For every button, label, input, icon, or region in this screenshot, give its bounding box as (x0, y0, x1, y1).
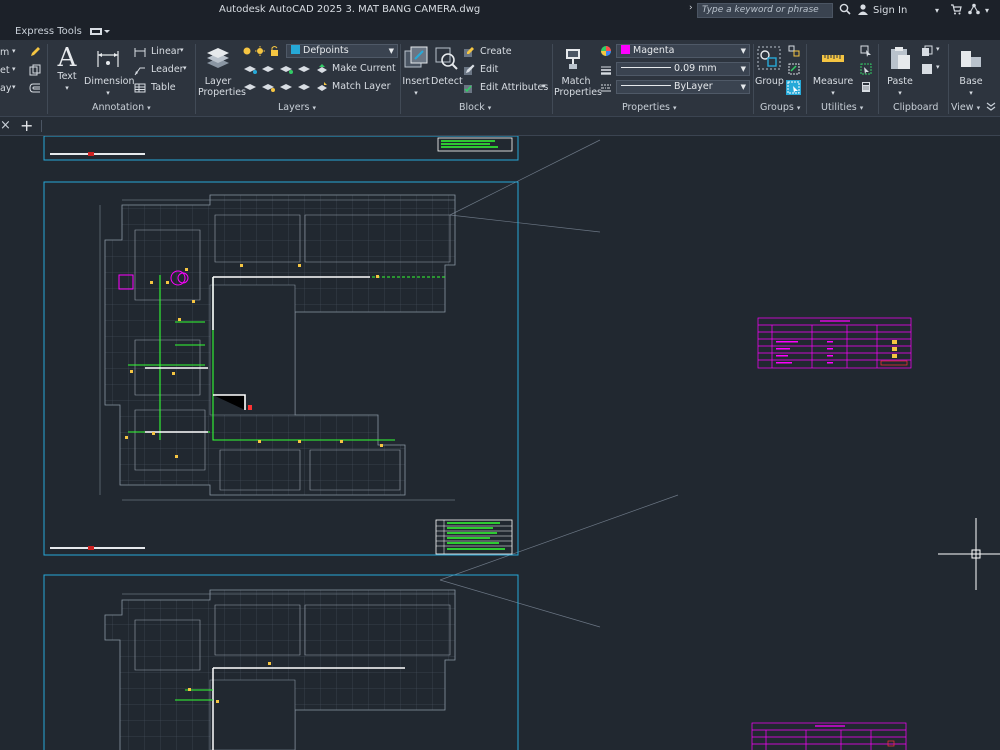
match-layer-button[interactable]: Match Layer (332, 81, 391, 92)
ribbon-minimize-icon[interactable] (986, 102, 996, 114)
panel-toggle-icon[interactable] (90, 27, 110, 39)
close-icon[interactable]: × (0, 118, 11, 133)
group-edit-icon[interactable] (788, 63, 800, 75)
match-properties-button[interactable]: Match Properties (554, 45, 602, 98)
color-wheel-icon[interactable] (600, 45, 612, 57)
detect-icon (435, 47, 458, 70)
linetype-dropdown[interactable]: ByLayer ▼ (616, 80, 750, 94)
layer-tool-icons-row2[interactable] (243, 81, 313, 96)
insert-button[interactable]: Insert ▾ (402, 45, 430, 99)
lineweight-icon[interactable] (600, 64, 612, 76)
calculator-icon[interactable] (860, 81, 872, 93)
cut-left-label-3[interactable]: ay (0, 83, 11, 94)
sheet-top-partial[interactable] (43, 136, 519, 161)
leader-icon (134, 67, 145, 76)
match-layer-icon (317, 82, 327, 91)
select-all-icon[interactable] (860, 63, 872, 75)
cut-left-label-1[interactable]: m (0, 47, 9, 58)
table-icon (134, 83, 146, 93)
dimension-button[interactable]: Dimension ▾ (84, 45, 135, 99)
measure-button[interactable]: Measure ▾ (812, 45, 854, 99)
group-selection-icon[interactable] (786, 80, 801, 95)
utilities-panel-title[interactable]: Utilities ▾ (821, 102, 863, 113)
user-icon[interactable] (857, 3, 869, 18)
ribbon-tab-row: Express Tools (0, 22, 1000, 40)
legend-table[interactable] (435, 519, 513, 555)
layer-properties-button[interactable]: Layer Properties (197, 45, 246, 98)
color-dropdown[interactable]: Magenta ▼ (616, 44, 750, 58)
make-current-button[interactable]: Make Current (332, 63, 396, 74)
linear-button[interactable]: Linear (151, 46, 181, 57)
offset-icon[interactable] (29, 82, 41, 94)
chevron-down-icon[interactable]: ▾ (935, 6, 939, 15)
group-button[interactable]: Group (755, 45, 784, 87)
layer-tool-icons-row1[interactable] (243, 63, 313, 78)
drawing-canvas[interactable] (0, 136, 1000, 750)
clipboard-panel-title[interactable]: Clipboard (893, 102, 938, 113)
magenta-schedule-table-lower[interactable] (751, 722, 907, 750)
search-icon[interactable] (839, 3, 851, 18)
search-input[interactable]: Type a keyword or phrase (697, 3, 833, 18)
base-view-icon (961, 51, 981, 67)
color-swatch (621, 45, 630, 54)
insert-block-icon (404, 46, 428, 68)
table-button[interactable]: Table (151, 82, 176, 93)
base-button[interactable]: Base ▾ (954, 45, 988, 99)
crosshair-cursor (938, 518, 1000, 590)
paste-button[interactable]: Paste ▾ (884, 45, 916, 99)
layers-panel-title[interactable]: Layers ▾ (278, 102, 316, 113)
ungroup-icon[interactable] (788, 45, 800, 57)
layer-state-icons[interactable] (242, 45, 286, 60)
leader-button[interactable]: Leader (151, 64, 184, 75)
groups-panel-title[interactable]: Groups ▾ (760, 102, 800, 113)
layer-dropdown[interactable]: Defpoints ▼ (286, 44, 398, 58)
dimension-icon (97, 51, 119, 67)
edit-attributes-icon (464, 85, 472, 93)
edit-attributes-button[interactable]: Edit Attributes (480, 82, 548, 93)
sheet-floor-plan-lower[interactable] (43, 574, 519, 750)
ribbon: m ▾ et ▾ ay ▾ A Text ▾ Dimension ▾ Linear … (0, 40, 1000, 117)
create-block-icon (464, 47, 474, 57)
block-panel-title[interactable]: Block ▾ (459, 102, 491, 113)
view-panel-title[interactable]: View ▾ (951, 102, 980, 113)
quick-select-icon[interactable] (860, 45, 872, 57)
chevron-down-icon[interactable]: ▾ (985, 6, 989, 15)
group-icon (757, 46, 781, 70)
match-properties-icon (566, 49, 580, 69)
pencil-icon[interactable] (29, 46, 41, 58)
chevron-right-icon[interactable]: › (689, 3, 693, 13)
tab-express-tools[interactable]: Express Tools (15, 26, 82, 37)
new-tab-icon[interactable]: + (20, 116, 33, 135)
title-bar: Autodesk AutoCAD 2025 3. MAT BANG CAMERA… (0, 0, 1000, 22)
copy-clip-icon[interactable] (921, 45, 933, 57)
cut-icon[interactable] (921, 63, 933, 75)
text-icon: A (57, 43, 77, 73)
text-button[interactable]: A Text ▾ (54, 45, 80, 94)
sheet-floor-plan-main[interactable] (43, 181, 519, 556)
layer-stack-icon (207, 48, 229, 68)
detect-button[interactable]: Detect (431, 45, 463, 87)
sign-in-button[interactable]: Sign In (873, 5, 907, 16)
share-icon[interactable] (968, 3, 980, 18)
window-title: Autodesk AutoCAD 2025 3. MAT BANG CAMERA… (219, 4, 481, 15)
make-current-icon (317, 64, 327, 73)
create-block-button[interactable]: Create (480, 46, 512, 57)
clipboard-icon (891, 47, 910, 69)
edit-block-button[interactable]: Edit (480, 64, 498, 75)
copy-icon[interactable] (29, 64, 41, 76)
edit-block-icon (464, 64, 475, 75)
annotation-panel-title[interactable]: Annotation ▾ (92, 102, 151, 113)
cart-icon[interactable] (950, 3, 962, 18)
layer-color-swatch (291, 45, 300, 54)
linetype-icon[interactable] (600, 82, 612, 94)
linear-icon (134, 48, 146, 57)
ruler-icon (822, 55, 844, 62)
file-tab-bar: × + (0, 116, 1000, 136)
magenta-schedule-table[interactable] (757, 317, 912, 369)
lineweight-dropdown[interactable]: 0.09 mm ▼ (616, 62, 750, 76)
cut-left-label-2[interactable]: et (0, 65, 10, 76)
properties-panel-title[interactable]: Properties ▾ (622, 102, 677, 113)
